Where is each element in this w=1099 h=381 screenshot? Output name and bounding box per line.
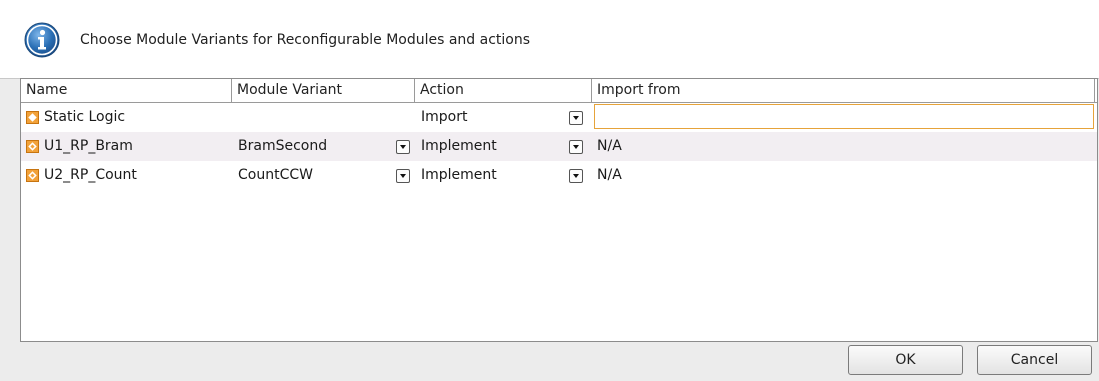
module-variant-cell — [232, 103, 415, 132]
action-select[interactable]: Implement — [415, 132, 592, 161]
column-header-action[interactable]: Action — [415, 79, 592, 102]
dialog-header: Choose Module Variants for Reconfigurabl… — [0, 0, 1099, 79]
import-from-input[interactable] — [594, 104, 1094, 129]
action-value: Implement — [421, 167, 497, 183]
module-variants-table: Name Module Variant Action Import from S… — [20, 78, 1098, 342]
static-logic-icon — [26, 111, 39, 124]
column-header-import-from[interactable]: Import from — [592, 79, 1095, 102]
table-row[interactable]: U2_RP_Count CountCCW Implement N/A — [21, 161, 1097, 190]
dialog-message: Choose Module Variants for Reconfigurabl… — [80, 32, 531, 48]
action-value: Implement — [421, 138, 497, 154]
cancel-button[interactable]: Cancel — [977, 345, 1092, 375]
action-select[interactable]: Implement — [415, 161, 592, 190]
chevron-down-icon[interactable] — [396, 169, 410, 183]
action-select[interactable]: Import — [415, 103, 592, 132]
ok-button[interactable]: OK — [848, 345, 963, 375]
import-from-cell: N/A — [597, 167, 622, 183]
import-from-cell: N/A — [597, 138, 622, 154]
info-icon — [24, 22, 60, 58]
table-row[interactable]: U1_RP_Bram BramSecond Implement N/A — [21, 132, 1097, 161]
name-cell: Static Logic — [21, 103, 232, 132]
module-variant-select[interactable]: CountCCW — [232, 161, 415, 190]
column-header-module-variant[interactable]: Module Variant — [232, 79, 415, 102]
name-cell: U2_RP_Count — [21, 161, 232, 190]
row-name: U1_RP_Bram — [44, 138, 133, 154]
chevron-down-icon[interactable] — [396, 140, 410, 154]
row-name: U2_RP_Count — [44, 167, 137, 183]
module-variant-select[interactable]: BramSecond — [232, 132, 415, 161]
reconfig-module-icon — [26, 140, 39, 153]
table-header: Name Module Variant Action Import from — [21, 79, 1097, 103]
module-variant-value: CountCCW — [238, 167, 313, 183]
chevron-down-icon[interactable] — [569, 111, 583, 125]
column-header-name[interactable]: Name — [21, 79, 232, 102]
reconfig-module-icon — [26, 169, 39, 182]
chevron-down-icon[interactable] — [569, 140, 583, 154]
chevron-down-icon[interactable] — [569, 169, 583, 183]
row-name: Static Logic — [44, 109, 126, 125]
name-cell: U1_RP_Bram — [21, 132, 232, 161]
table-row[interactable]: Static Logic Import — [21, 103, 1097, 132]
module-variant-value: BramSecond — [238, 138, 328, 154]
action-value: Import — [421, 109, 468, 125]
